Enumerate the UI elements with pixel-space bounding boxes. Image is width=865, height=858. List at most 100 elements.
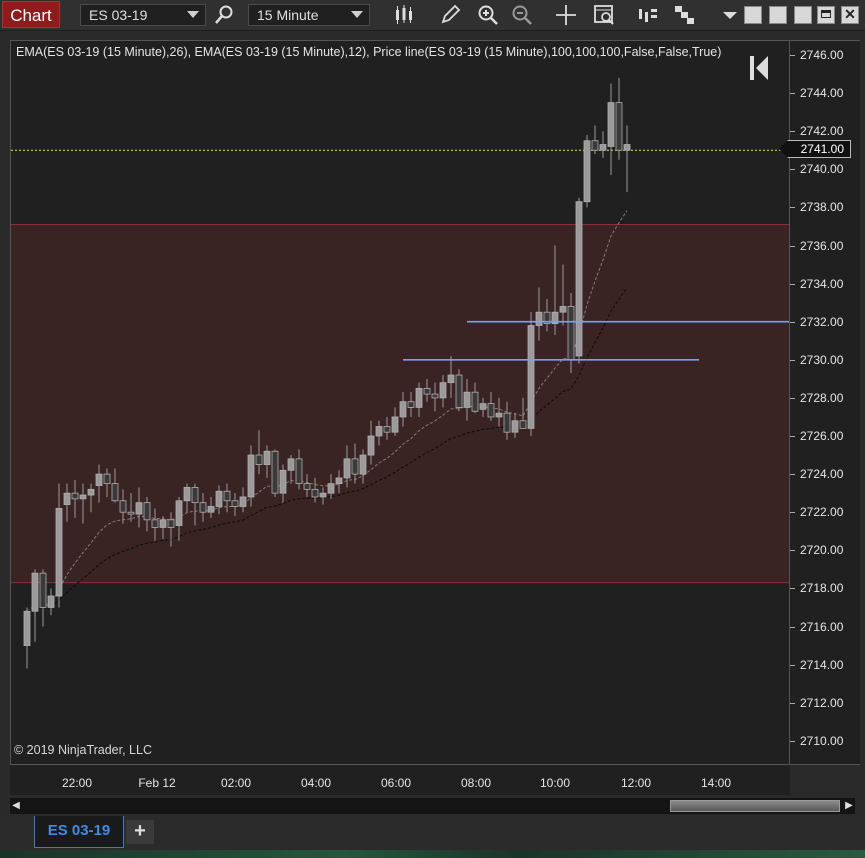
candle-body: [199, 502, 207, 513]
candle-body: [151, 519, 159, 528]
candle-body: [23, 610, 31, 646]
candle-body: [463, 391, 471, 408]
candle-body: [343, 458, 351, 479]
candle-body: [447, 374, 455, 384]
candle-body: [103, 473, 111, 485]
horizontal-scrollbar[interactable]: ◀ ▶: [10, 798, 855, 814]
chart-panel[interactable]: [10, 40, 790, 765]
candle-body: [119, 500, 127, 513]
candle-body: [559, 306, 567, 313]
candle-body: [159, 519, 167, 528]
y-tick-label: 2718.00: [789, 581, 844, 596]
chart-title-tab[interactable]: Chart: [2, 1, 60, 28]
crosshair-icon[interactable]: [554, 3, 578, 27]
candle-body: [287, 458, 295, 471]
candle-body: [127, 511, 135, 515]
candle-body: [47, 595, 55, 608]
candle-body: [231, 500, 239, 507]
zoom-out-icon[interactable]: [510, 3, 534, 27]
go-to-latest-icon[interactable]: [748, 54, 770, 82]
minimize-button[interactable]: [769, 6, 787, 24]
indicator-label: EMA(ES 03-19 (15 Minute),26), EMA(ES 03-…: [16, 45, 722, 59]
taskbar-strip: [0, 850, 865, 858]
time-axis[interactable]: 22:00 Feb 12 02:00 04:00 06:00 08:00 10:00 12:0…: [10, 765, 790, 795]
price-chart[interactable]: [11, 41, 789, 764]
copyright-text: © 2019 NinjaTrader, LLC: [14, 743, 152, 757]
candle-body: [175, 500, 183, 526]
candle-body: [575, 201, 583, 357]
bar-type-icon[interactable]: [392, 3, 416, 27]
search-icon[interactable]: [212, 3, 236, 27]
y-tick-label: 2716.00: [789, 619, 844, 634]
candle-body: [207, 506, 215, 513]
candle-body: [615, 102, 623, 151]
candle-body: [271, 450, 279, 494]
candle-body: [567, 306, 575, 361]
zoom-in-icon[interactable]: [476, 3, 500, 27]
candle-body: [351, 458, 359, 475]
candle-body: [215, 490, 223, 507]
candle-body: [143, 502, 151, 521]
menu-dropdown-icon[interactable]: [718, 3, 742, 27]
tab-es-03-19[interactable]: ES 03-19: [34, 816, 124, 848]
draw-pencil-icon[interactable]: [438, 3, 462, 27]
candle-body: [495, 412, 503, 418]
candle-body: [319, 492, 327, 498]
data-box-icon[interactable]: [592, 3, 616, 27]
strategies-icon[interactable]: [672, 3, 696, 27]
y-tick-label: 2738.00: [789, 200, 844, 215]
candle-body: [487, 403, 495, 418]
y-tick-label: 2726.00: [789, 429, 844, 443]
candle-body: [383, 426, 391, 433]
candle-body: [375, 426, 383, 437]
candle-body: [95, 473, 103, 486]
candle-body: [279, 469, 287, 494]
y-tick-label: 2746.00: [789, 48, 844, 62]
candle-body: [335, 477, 343, 485]
x-tick-label: 14:00: [700, 776, 732, 790]
add-tab-button[interactable]: +: [126, 820, 154, 844]
candle-body: [503, 412, 511, 433]
candle-body: [423, 387, 431, 395]
candle-body: [527, 325, 535, 429]
tab-bar: ES 03-19 +: [0, 816, 865, 850]
y-tick-label: 2736.00: [789, 238, 844, 253]
scroll-left-icon[interactable]: ◀: [10, 798, 22, 814]
close-button[interactable]: ✕: [841, 6, 859, 24]
y-tick-label: 2722.00: [789, 505, 844, 520]
scroll-right-icon[interactable]: ▶: [843, 798, 855, 814]
indicators-icon[interactable]: [636, 3, 660, 27]
y-tick-label: 2730.00: [789, 352, 844, 367]
current-price-marker: 2741.00: [779, 140, 851, 158]
candle-body: [431, 393, 439, 399]
window-restore-button[interactable]: [794, 6, 812, 24]
interval-selector[interactable]: 15 Minute: [248, 4, 370, 26]
window-option-button[interactable]: [744, 6, 762, 24]
instrument-value: ES 03-19: [89, 7, 148, 23]
candle-body: [55, 507, 63, 597]
candle-body: [183, 487, 191, 502]
candle-body: [471, 391, 479, 412]
candle-body: [71, 492, 79, 500]
x-tick-label: 08:00: [460, 776, 492, 790]
x-tick-label: 10:00: [539, 776, 571, 790]
toolbar: Chart ES 03-19 15 Minute ✕: [0, 0, 865, 31]
candle-body: [79, 494, 87, 500]
y-tick-label: 2714.00: [789, 657, 844, 672]
candle-body: [87, 488, 95, 496]
x-tick-label: Feb 12: [138, 776, 176, 790]
chevron-down-icon: [351, 11, 363, 18]
instrument-selector[interactable]: ES 03-19: [80, 4, 206, 26]
y-tick-label: 2742.00: [789, 124, 844, 139]
candle-body: [479, 403, 487, 410]
candle-body: [111, 483, 119, 502]
candle-body: [167, 519, 175, 528]
scrollbar-thumb[interactable]: [670, 800, 840, 812]
candle-body: [519, 420, 527, 429]
y-tick-label: 2732.00: [789, 314, 844, 329]
maximize-button[interactable]: [817, 6, 835, 24]
candle-body: [247, 454, 255, 498]
candle-body: [415, 387, 423, 408]
y-tick-label: 2744.00: [789, 86, 844, 101]
x-tick-label: 02:00: [220, 776, 252, 790]
